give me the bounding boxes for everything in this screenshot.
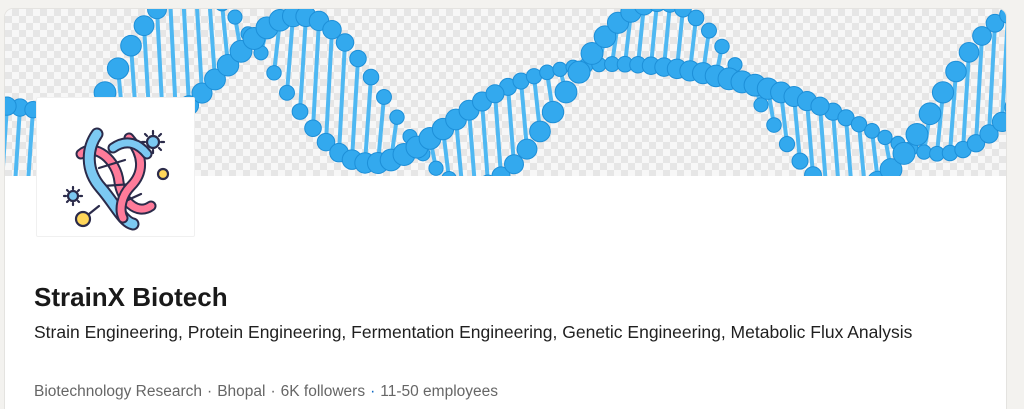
dna-bead [972,26,992,46]
dna-rung [493,93,503,176]
dna-bead [120,34,142,57]
dna-rung [311,20,321,129]
dna-bead [389,109,405,125]
dna-bead [504,154,524,175]
dna-bead [877,129,893,146]
company-meta: Biotechnology Research · Bhopal · 6K followe… [34,380,498,404]
dna-bead [753,97,769,113]
dna-bead [945,60,967,83]
dna-molecule-icon [62,127,170,231]
company-industry: Biotechnology Research [34,383,203,400]
dna-bead [227,9,243,25]
dna-bead [529,120,551,143]
dna-bead [864,123,880,139]
dna-bead [958,41,980,63]
dna-bead [539,64,555,81]
dna-bead [916,144,932,160]
dna-bead [322,20,342,40]
dna-bead [362,68,380,86]
company-logo[interactable] [36,97,195,237]
dna-rung [831,111,840,176]
dna-bead [485,84,505,104]
dna-rung [350,58,360,160]
company-employees-link[interactable]: 11-50 employees [380,383,498,400]
dna-bead [216,9,228,12]
company-location: Bhopal [217,383,266,400]
dna-bead [931,81,955,104]
dna-bead [541,100,565,124]
dna-rung [298,16,308,112]
dna-bead [376,89,392,105]
dna-bead [304,119,322,138]
dna-rung [181,9,191,106]
dna-rung [948,71,958,154]
separator-dot: · [370,383,376,400]
dna-bead [106,57,130,80]
dna-bead [291,103,309,120]
dna-bead [349,49,367,68]
dna-bead [441,171,457,176]
dna-bead [701,22,717,39]
dna-bead [266,65,282,81]
dna-bead [791,152,809,170]
dna-bead [778,136,796,153]
dna-rung [324,29,334,143]
dna-bead [918,102,942,126]
dna-bead [133,15,155,37]
dna-rung [506,86,516,165]
dna-rung [844,117,853,176]
dna-rung [818,105,828,176]
dna-rung [195,9,204,94]
separator-dot: · [207,383,213,400]
dna-bead [905,123,929,146]
dna-bead [147,9,167,20]
dna-rung [363,76,373,164]
dna-bead [810,96,830,116]
dna-bead [279,84,295,101]
dna-rung [480,101,490,176]
dna-bead [804,166,822,176]
separator-dot: · [270,383,276,400]
dna-bead [714,38,730,55]
dna-bead [428,160,444,176]
company-tagline: Strain Engineering, Protein Engineering,… [34,322,913,342]
dna-bead [552,61,568,77]
company-followers-link[interactable]: 6K followers [281,383,365,400]
company-profile-card: StrainX Biotech Strain Engineering, Prot… [5,9,1006,409]
dna-bead [892,141,916,165]
dna-bead [567,60,591,84]
dna-rung [26,109,35,176]
company-name: StrainX Biotech [34,282,228,312]
dna-bead [516,138,538,160]
dna-bead [687,9,705,27]
dna-rung [13,107,22,176]
dna-bead [766,117,782,133]
dna-rung [5,105,9,167]
dna-bead [554,80,578,104]
dna-rung [337,42,347,153]
